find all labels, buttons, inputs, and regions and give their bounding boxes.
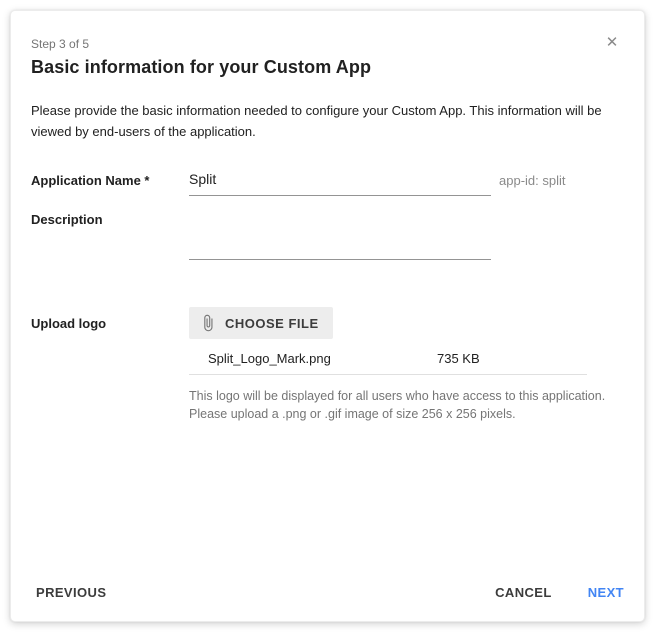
choose-file-label: CHOOSE FILE [225,316,319,331]
app-id-hint: app-id: split [499,169,565,188]
previous-button[interactable]: PREVIOUS [31,577,111,608]
description-row: Description [31,208,624,265]
upload-helper-line2: Please upload a .png or .gif image of si… [189,405,624,423]
step-indicator: Step 3 of 5 [31,37,624,51]
next-button[interactable]: NEXT [583,577,629,608]
close-icon[interactable]: ✕ [602,33,622,53]
custom-app-dialog: Step 3 of 5 Basic information for your C… [10,10,645,622]
dialog-title: Basic information for your Custom App [31,57,624,78]
upload-helper-text: This logo will be displayed for all user… [189,387,624,423]
upload-helper-line1: This logo will be displayed for all user… [189,387,624,405]
choose-file-button[interactable]: CHOOSE FILE [189,307,333,339]
file-name: Split_Logo_Mark.png [208,351,437,366]
application-name-row: Application Name * app-id: split [31,169,624,196]
cancel-button[interactable]: CANCEL [490,577,557,608]
intro-text: Please provide the basic information nee… [31,100,619,142]
basic-info-form: Application Name * app-id: split Descrip… [31,169,624,423]
file-size: 735 KB [437,351,480,366]
upload-logo-row: Upload logo CHOOSE FILE Split_Logo_Mark.… [31,307,624,423]
uploaded-file-row: Split_Logo_Mark.png 735 KB [189,351,587,375]
paperclip-icon [199,314,217,332]
description-label: Description [31,208,189,227]
description-input[interactable] [189,208,491,260]
upload-logo-label: Upload logo [31,307,189,331]
application-name-input[interactable] [189,169,491,196]
application-name-label: Application Name * [31,169,189,188]
dialog-footer: PREVIOUS CANCEL NEXT [11,563,644,621]
